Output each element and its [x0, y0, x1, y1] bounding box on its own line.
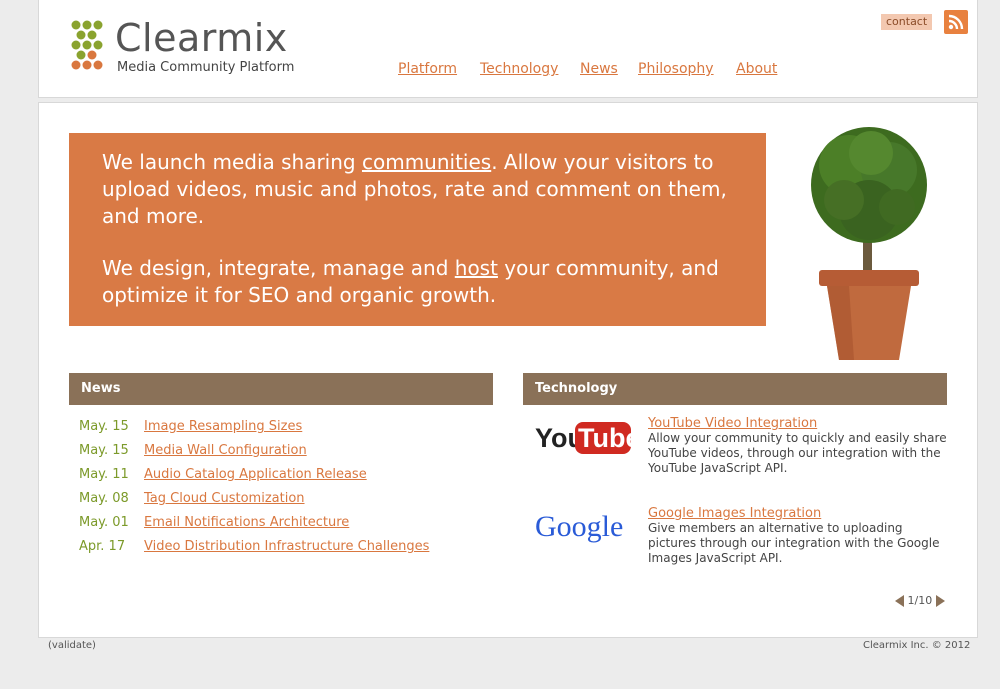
google-logo-text: Google [535, 510, 623, 543]
news-link[interactable]: Video Distribution Infrastructure Challe… [144, 539, 429, 554]
technology-header: Technology [523, 373, 947, 405]
news-link[interactable]: Tag Cloud Customization [144, 491, 305, 506]
site-name[interactable]: Clearmix [115, 16, 288, 60]
tech-text: Google Images Integration Give members a… [648, 506, 948, 566]
news-date: Apr. 17 [79, 539, 126, 554]
news-link[interactable]: Media Wall Configuration [144, 443, 307, 458]
next-arrow-icon[interactable] [935, 595, 945, 607]
google-logo-icon[interactable]: Google [533, 506, 633, 548]
logo-grape-icon[interactable] [70, 19, 106, 77]
site-header: Clearmix Media Community Platform Platfo… [38, 0, 978, 98]
news-date: May. 15 [79, 443, 129, 458]
news-link[interactable]: Email Notifications Architecture [144, 515, 349, 530]
tech-description: Allow your community to quickly and easi… [648, 431, 947, 475]
hero-banner: We launch media sharing communities. All… [69, 133, 766, 326]
tech-pager: 1/10 [895, 594, 945, 607]
youtube-logo-badge-text: Tube [578, 423, 633, 453]
nav-news[interactable]: News [580, 61, 618, 77]
contact-button[interactable]: contact [881, 14, 933, 30]
nav-platform[interactable]: Platform [398, 61, 457, 77]
host-link[interactable]: host [455, 256, 498, 280]
hero-paragraph-1: We launch media sharing communities. All… [102, 150, 727, 228]
news-date: May. 01 [79, 515, 129, 530]
news-header: News [69, 373, 493, 405]
google-integration-link[interactable]: Google Images Integration [648, 506, 948, 521]
site-tagline: Media Community Platform [117, 60, 295, 75]
youtube-integration-link[interactable]: YouTube Video Integration [648, 416, 948, 431]
tech-description: Give members an alternative to uploading… [648, 521, 940, 565]
communities-link[interactable]: communities [362, 150, 491, 174]
pager-count: 1/10 [907, 594, 933, 607]
prev-arrow-icon[interactable] [895, 595, 904, 607]
topiary-tree-image [811, 127, 927, 360]
nav-technology[interactable]: Technology [480, 61, 558, 77]
nav-about[interactable]: About [736, 61, 777, 77]
main-content: We launch media sharing communities. All… [38, 102, 978, 638]
tech-text: YouTube Video Integration Allow your com… [648, 416, 948, 476]
news-date: May. 11 [79, 467, 129, 482]
hero-paragraph-2: We design, integrate, manage and host yo… [102, 256, 719, 307]
news-date: May. 15 [79, 419, 129, 434]
news-date: May. 08 [79, 491, 129, 506]
news-link[interactable]: Audio Catalog Application Release [144, 467, 367, 482]
youtube-logo-icon[interactable]: You Tube [533, 416, 633, 458]
rss-icon[interactable] [944, 10, 968, 34]
validate-link[interactable]: (validate) [48, 640, 96, 651]
news-link[interactable]: Image Resampling Sizes [144, 419, 302, 434]
nav-philosophy[interactable]: Philosophy [638, 61, 714, 77]
copyright: Clearmix Inc. © 2012 [863, 640, 971, 651]
